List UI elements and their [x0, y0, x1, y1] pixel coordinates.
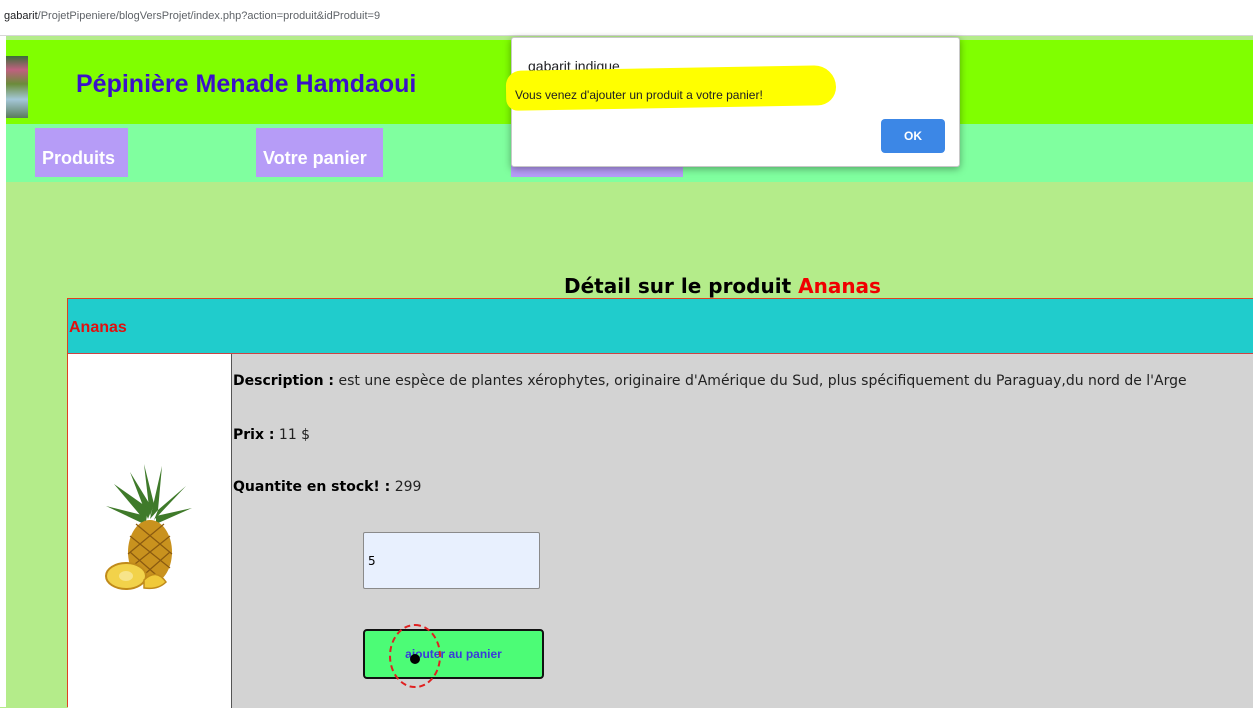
- nav-item-produits[interactable]: Produits: [35, 128, 128, 177]
- description-text: est une espèce de plantes xérophytes, or…: [338, 373, 1187, 389]
- stock-label: Quantite en stock! :: [233, 479, 391, 495]
- stock-value: 299: [394, 479, 422, 495]
- page-heading: Détail sur le produit Ananas: [564, 274, 881, 298]
- product-name-row: Ananas: [68, 299, 1253, 354]
- product-description: Description : est une espèce de plantes …: [233, 373, 1187, 389]
- price-value: 11 $: [278, 427, 311, 443]
- alert-dialog: gabarit indique Vous venez d'ajouter un …: [505, 37, 960, 167]
- quantity-input[interactable]: [363, 532, 540, 589]
- nav-item-votre-panier[interactable]: Votre panier: [256, 128, 383, 177]
- browser-address-bar[interactable]: gabarit/ProjetPipeniere/blogVersProjet/i…: [0, 0, 1253, 36]
- site-logo: [6, 56, 28, 118]
- ok-button[interactable]: OK: [881, 119, 945, 153]
- price-label: Prix :: [233, 427, 275, 443]
- description-label: Description :: [233, 373, 335, 389]
- site-title: Pépinière Menade Hamdaoui: [76, 70, 417, 98]
- url-path: /ProjetPipeniere/blogVersProjet/index.ph…: [37, 10, 381, 22]
- product-table: Ananas Description : est une espèce de p…: [67, 298, 1253, 708]
- page-heading-prefix: Détail sur le produit: [564, 274, 792, 298]
- product-name: Ananas: [69, 319, 127, 336]
- url-text[interactable]: gabarit/ProjetPipeniere/blogVersProjet/i…: [4, 10, 380, 22]
- add-to-cart-button[interactable]: ajouter au panier: [363, 629, 544, 679]
- url-host: gabarit: [4, 10, 38, 22]
- page-heading-product: Ananas: [798, 274, 881, 298]
- product-price: Prix : 11 $: [233, 427, 310, 443]
- product-image-cell: [68, 354, 232, 708]
- product-info-cell: Description : est une espèce de plantes …: [232, 354, 1253, 708]
- dialog-message: Vous venez d'ajouter un produit a votre …: [515, 88, 763, 102]
- pineapple-image: [105, 464, 192, 590]
- product-stock: Quantite en stock! : 299: [233, 479, 421, 495]
